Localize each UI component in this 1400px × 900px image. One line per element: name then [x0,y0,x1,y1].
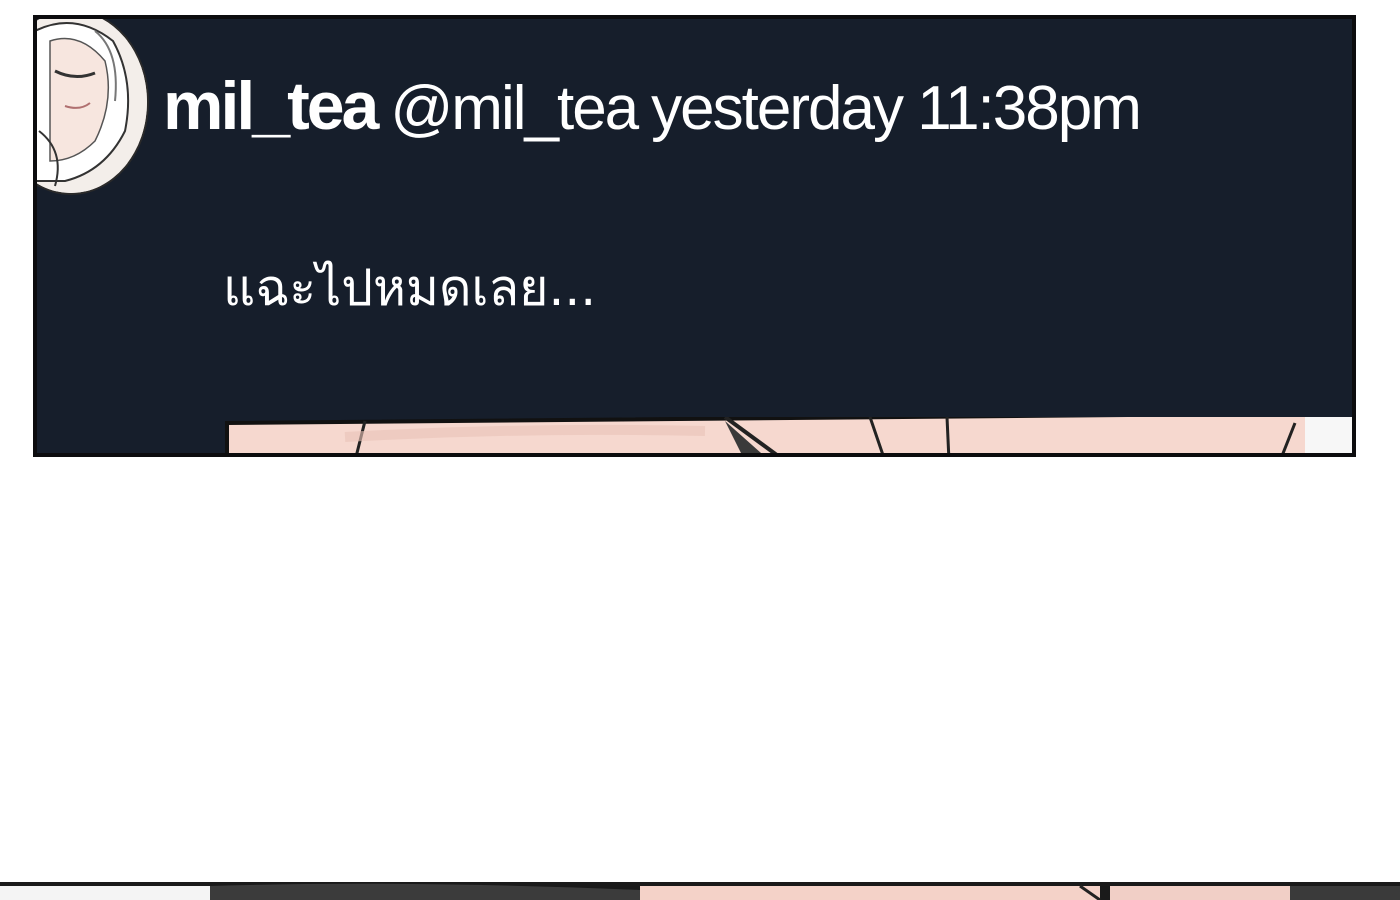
avatar-illustration-icon [37,19,147,193]
display-name: mil_tea [163,68,379,144]
comic-panel-post: mil_tea @mil_tea yesterday 11:38pm แฉะไปหม… [33,15,1356,457]
avatar [37,19,149,195]
handle: @mil_tea [390,74,639,143]
next-panel-artwork [0,882,1400,900]
post-header: mil_tea @mil_tea yesterday 11:38pm [163,67,1142,145]
post-message: แฉะไปหมดเลย... [223,259,597,317]
panel-artwork-top [225,417,1352,453]
timestamp: yesterday 11:38pm [651,74,1142,143]
